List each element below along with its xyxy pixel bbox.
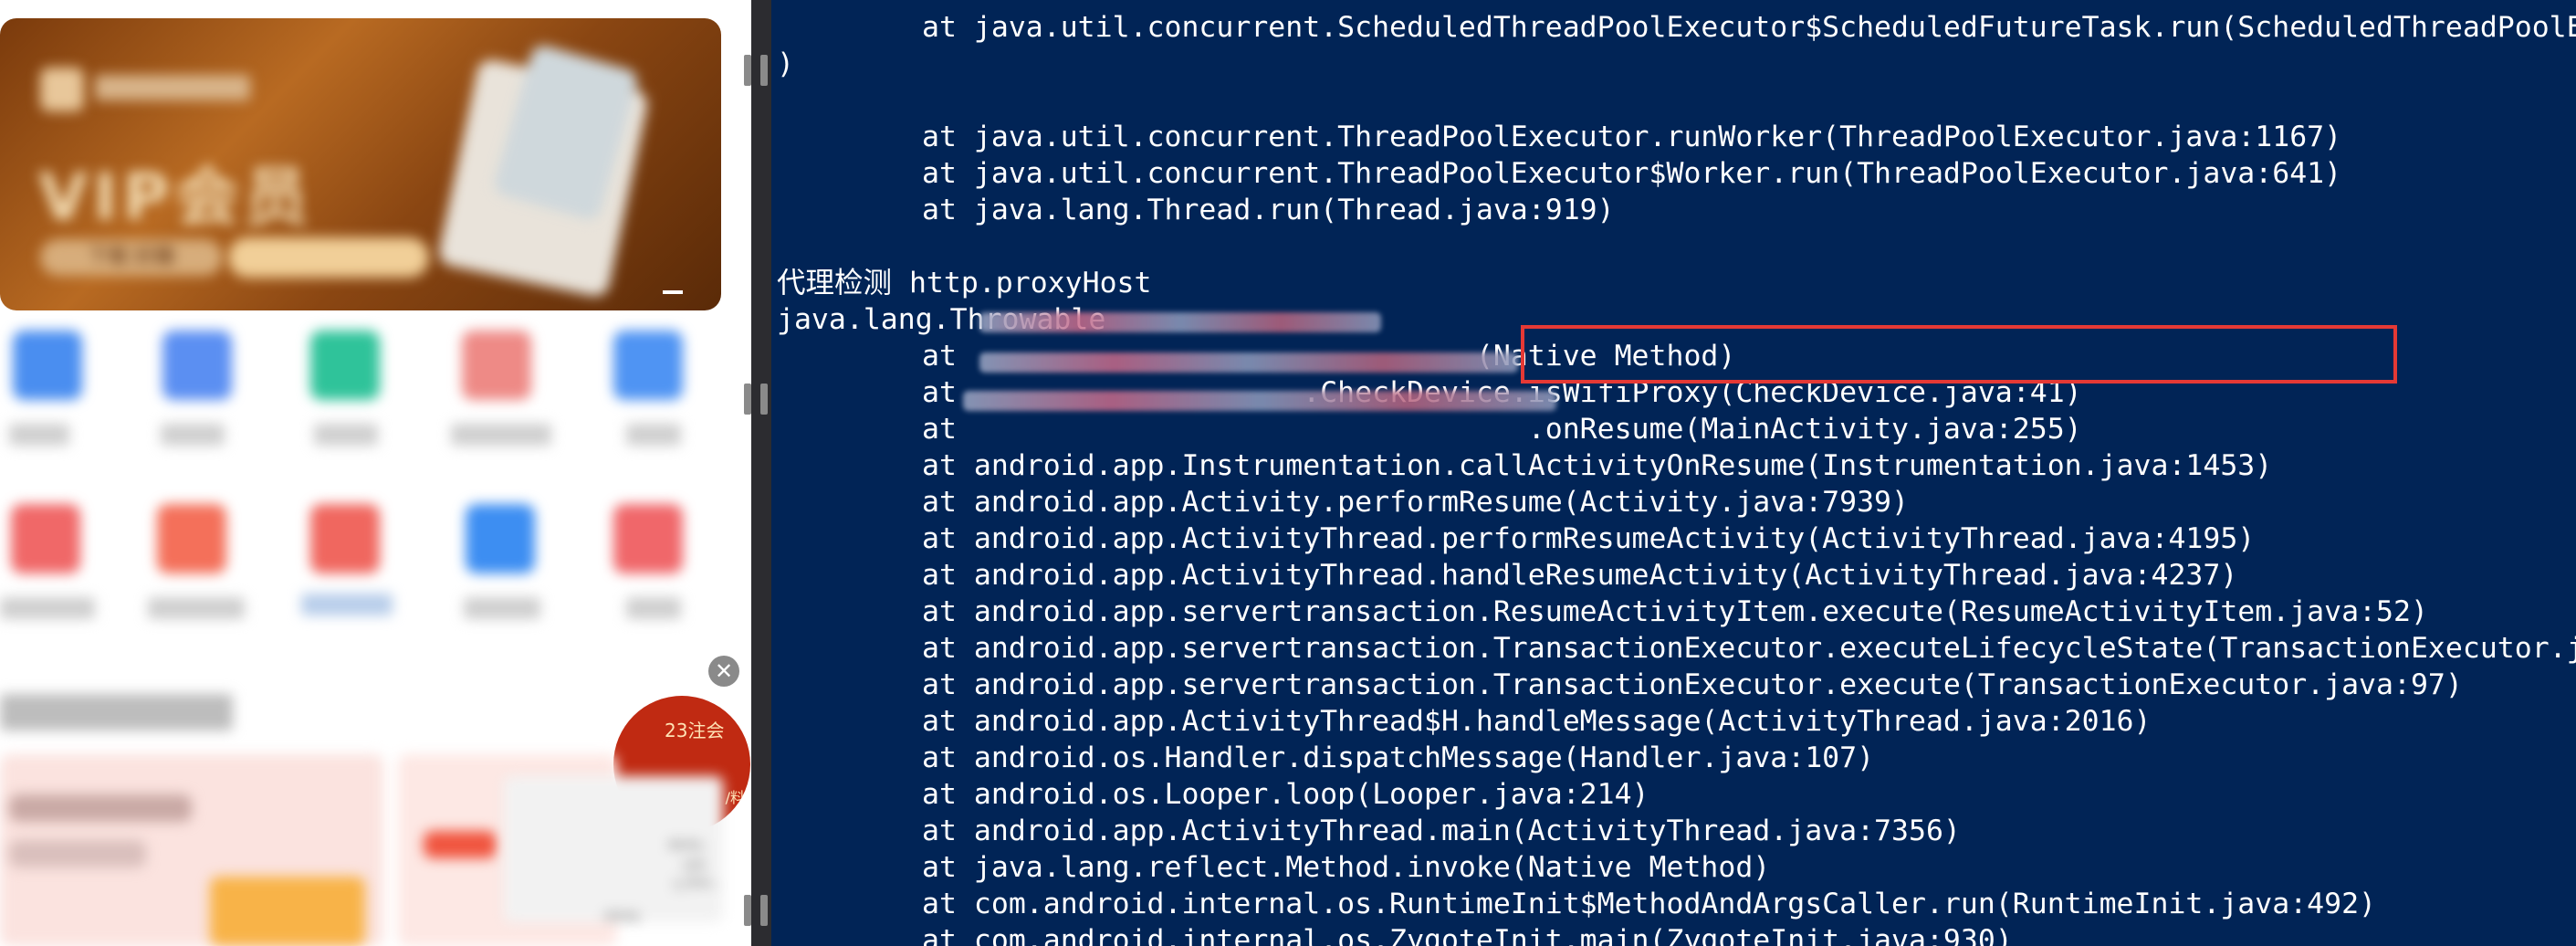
stack-trace-line: at java.util.concurrent.ThreadPoolExecut… bbox=[922, 121, 2342, 153]
card-title bbox=[9, 794, 192, 822]
splitter-handle[interactable] bbox=[744, 384, 751, 415]
terminal-output[interactable]: at java.util.concurrent.ScheduledThreadP… bbox=[771, 0, 2576, 946]
splitter-handle[interactable] bbox=[744, 895, 751, 926]
stack-trace-line: at android.os.Looper.loop(Looper.java:21… bbox=[922, 778, 1649, 811]
grid-label bbox=[451, 424, 551, 446]
grid-label bbox=[626, 597, 681, 619]
grid-icon[interactable] bbox=[613, 331, 683, 400]
news-snippet-text: oub bbox=[683, 858, 706, 872]
stack-trace-line: at android.app.Instrumentation.callActiv… bbox=[922, 449, 2273, 482]
stack-trace-line: at .onResume(MainActivity.java:255) bbox=[922, 413, 2082, 446]
grid-icon[interactable] bbox=[310, 331, 380, 400]
stack-trace-line: at android.app.servertransaction.Transac… bbox=[922, 668, 2463, 701]
highlight-box bbox=[1521, 325, 2397, 384]
grid-icon[interactable] bbox=[13, 331, 82, 400]
stack-trace-line: at com.android.internal.os.RuntimeInit$M… bbox=[922, 888, 2377, 920]
grid-label bbox=[464, 597, 540, 619]
grid-icon[interactable] bbox=[462, 331, 531, 400]
stack-trace-line: at android.app.servertransaction.Transac… bbox=[922, 632, 2576, 665]
close-icon[interactable]: ✕ bbox=[708, 656, 739, 687]
stack-trace-line: at android.app.ActivityThread.main(Activ… bbox=[922, 815, 1961, 847]
grid-icon[interactable] bbox=[11, 504, 80, 573]
banner-sub-label: 下载 好趣 bbox=[40, 239, 223, 276]
grid-label bbox=[626, 424, 681, 446]
banner-cta-button[interactable] bbox=[228, 237, 429, 278]
redacted-text bbox=[963, 391, 1556, 411]
stack-trace-line: ) bbox=[777, 47, 794, 80]
section-title bbox=[0, 694, 233, 731]
grid-label bbox=[301, 594, 393, 615]
redacted-text bbox=[979, 312, 1381, 332]
stack-trace-line: at java.lang.reflect.Method.invoke(Nativ… bbox=[922, 851, 1771, 884]
stack-trace-line: at java.util.concurrent.ScheduledThreadP… bbox=[922, 11, 2576, 44]
app-logo bbox=[40, 68, 84, 111]
grid-icon[interactable] bbox=[310, 504, 380, 573]
grid-icon[interactable] bbox=[613, 504, 683, 573]
splitter-handle[interactable] bbox=[760, 895, 768, 926]
splitter-handle[interactable] bbox=[744, 55, 751, 86]
grid-label bbox=[314, 424, 378, 446]
stack-trace-line: at android.app.ActivityThread.performRes… bbox=[922, 522, 2256, 555]
stack-trace-line: at android.os.Handler.dispatchMessage(Ha… bbox=[922, 741, 1875, 774]
grid-label bbox=[148, 597, 245, 619]
stack-trace-line: at java.util.concurrent.ThreadPoolExecut… bbox=[922, 157, 2342, 190]
stack-trace-line: at java.lang.Thread.run(Thread.java:919) bbox=[922, 194, 1615, 226]
news-snippet-text: y_first... bbox=[674, 877, 721, 890]
grid-icon[interactable] bbox=[466, 504, 535, 573]
banner-title: VIP会员 bbox=[38, 160, 314, 235]
splitter-handle[interactable] bbox=[760, 55, 768, 86]
stack-trace-line: at com.android.internal.os.ZygoteInit.ma… bbox=[922, 924, 2013, 946]
news-snippet-card[interactable]: devty.. oub y_first... etang bbox=[504, 776, 723, 923]
stack-trace-line: at android.app.Activity.performResume(Ac… bbox=[922, 486, 1909, 519]
card-subtitle bbox=[9, 840, 146, 867]
grid-icon[interactable] bbox=[157, 504, 226, 573]
banner-dismiss-icon[interactable] bbox=[663, 290, 683, 294]
card-illustration bbox=[210, 877, 365, 946]
redacted-text bbox=[979, 352, 1518, 373]
card-tag bbox=[424, 831, 497, 858]
panel-splitter[interactable] bbox=[744, 0, 771, 946]
grid-label bbox=[0, 597, 95, 619]
promo-badge-text: 23注会 bbox=[665, 720, 725, 741]
grid-label bbox=[161, 424, 225, 446]
vip-banner[interactable]: VIP会员 下载 好趣 bbox=[0, 18, 721, 310]
stack-trace-line: at android.app.ActivityThread.handleResu… bbox=[922, 559, 2238, 592]
stack-trace-line: 代理检测 http.proxyHost bbox=[777, 267, 1152, 300]
banner-brand-text bbox=[95, 75, 250, 100]
splitter-handle[interactable] bbox=[760, 384, 768, 415]
promo-badge-subtext: /料 bbox=[725, 789, 745, 806]
stack-trace-line: at android.app.servertransaction.ResumeA… bbox=[922, 595, 2428, 628]
phone-app-panel: VIP会员 下载 好趣 ✕ 23注会 /料 devty.. oub y_firs… bbox=[0, 0, 751, 946]
grid-label bbox=[9, 424, 69, 446]
grid-icon[interactable] bbox=[162, 331, 232, 400]
news-snippet-text: etang bbox=[604, 909, 639, 923]
stack-trace-line: at android.app.ActivityThread$H.handleMe… bbox=[922, 705, 2152, 738]
news-snippet-text: devty.. bbox=[668, 838, 708, 852]
